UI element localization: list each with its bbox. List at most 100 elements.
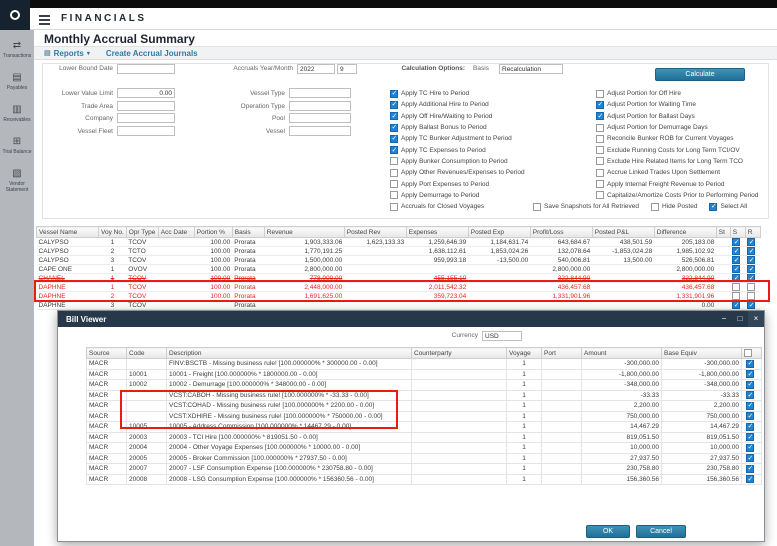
- pool-input[interactable]: [289, 113, 351, 123]
- select-all-checkbox[interactable]: [744, 349, 752, 357]
- list-item[interactable]: MACR1000110001 - Freight [100.000000% * …: [87, 369, 762, 380]
- checkbox-box[interactable]: [390, 124, 398, 132]
- list-item[interactable]: MACR1000510005 - Address Commission [100…: [87, 422, 762, 433]
- list-item[interactable]: MACRVCST:CABOH - Missing business rule! …: [87, 390, 762, 401]
- sidebar-item-vendor-statement[interactable]: ▧Vendor Statement: [0, 168, 34, 193]
- r-checkbox[interactable]: [747, 247, 755, 255]
- list-item[interactable]: MACR2000820008 - LSG Consumption Expense…: [87, 474, 762, 485]
- s-checkbox[interactable]: [732, 238, 740, 246]
- s-checkbox[interactable]: [732, 247, 740, 255]
- table-row[interactable]: DAPHNE2TCOV100.00Prorata1,691,625.00359,…: [37, 292, 761, 301]
- dialog-titlebar[interactable]: Bill Viewer − □ ×: [58, 311, 764, 327]
- minimize-icon[interactable]: −: [716, 311, 732, 327]
- s-checkbox[interactable]: [732, 283, 740, 291]
- row-checkbox[interactable]: [746, 444, 754, 452]
- list-item[interactable]: MACR2000420004 - Other Voyage Expenses […: [87, 443, 762, 454]
- checkbox-box[interactable]: [596, 90, 604, 98]
- accruals-year-input[interactable]: [297, 64, 335, 74]
- checkbox-exclude-running-costs-for-long-term-tci-ov[interactable]: Exclude Running Costs for Long Term TCI/…: [596, 144, 758, 155]
- list-item[interactable]: MACR2000520005 - Broker Commission [100.…: [87, 453, 762, 464]
- operation-type-input[interactable]: [289, 101, 351, 111]
- table-row[interactable]: CALYPSO1TCOV100.00Prorata1,903,333.061,6…: [37, 238, 761, 247]
- checkbox-box[interactable]: [390, 112, 398, 120]
- checkbox-box[interactable]: [596, 112, 604, 120]
- checkbox-box[interactable]: [390, 169, 398, 177]
- reports-menu[interactable]: ▤ Reports ▾: [44, 49, 90, 58]
- checkbox-apply-bunker-consumption-to-period[interactable]: Apply Bunker Consumption to Period: [390, 156, 525, 167]
- sidebar-item-trial-balance[interactable]: ⊞Trial Balance: [0, 136, 34, 155]
- checkbox-hide-posted[interactable]: Hide Posted: [651, 201, 697, 212]
- sidebar-item-receivables[interactable]: ▥Receivables: [0, 104, 34, 123]
- checkbox-reconcile-bunker-rob-for-current-voyages[interactable]: Reconcile Bunker ROB for Current Voyages: [596, 133, 758, 144]
- checkbox-box[interactable]: [390, 90, 398, 98]
- row-checkbox[interactable]: [746, 423, 754, 431]
- checkbox-apply-ballast-bonus-to-period[interactable]: Apply Ballast Bonus to Period: [390, 122, 525, 133]
- table-row[interactable]: CAPE ONE1OVOV100.00Prorata2,800,000.002,…: [37, 265, 761, 274]
- list-item[interactable]: MACRVCST:COHAD - Missing business rule! …: [87, 401, 762, 412]
- checkbox-adjust-portion-for-ballast-days[interactable]: Adjust Portion for Ballast Days: [596, 111, 758, 122]
- row-checkbox[interactable]: [746, 412, 754, 420]
- r-checkbox[interactable]: [747, 238, 755, 246]
- s-checkbox[interactable]: [732, 292, 740, 300]
- lower-bound-date-input[interactable]: [117, 64, 175, 74]
- checkbox-box[interactable]: [596, 157, 604, 165]
- row-checkbox[interactable]: [746, 433, 754, 441]
- checkbox-apply-tc-hire-to-period[interactable]: Apply TC Hire to Period: [390, 88, 525, 99]
- table-row[interactable]: CALYPSO2TCTO100.00Prorata1,770,191.251,6…: [37, 247, 761, 256]
- table-row[interactable]: DAPHNE3TCOVProrata0.00: [37, 301, 761, 310]
- create-accrual-journals-link[interactable]: Create Accrual Journals: [106, 49, 198, 58]
- checkbox-box[interactable]: [390, 157, 398, 165]
- checkbox-adjust-portion-for-waiting-time[interactable]: Adjust Portion for Waiting Time: [596, 99, 758, 110]
- checkbox-box[interactable]: [596, 124, 604, 132]
- r-checkbox[interactable]: [747, 301, 755, 309]
- table-row[interactable]: DAPHNE1TCOV100.00Prorata2,448,000.002,01…: [37, 283, 761, 292]
- row-checkbox[interactable]: [746, 391, 754, 399]
- checkbox-box[interactable]: [390, 146, 398, 154]
- checkbox-adjust-portion-for-demurrage-days[interactable]: Adjust Portion for Demurrage Days: [596, 122, 758, 133]
- s-checkbox[interactable]: [732, 301, 740, 309]
- checkbox-apply-demurrage-to-period[interactable]: Apply Demurrage to Period: [390, 190, 525, 201]
- vessel-input[interactable]: [289, 126, 351, 136]
- currency-input[interactable]: [482, 331, 522, 341]
- checkbox-save-snapshots-for-all-retrieved[interactable]: Save Snapshots for All Retrieved: [533, 201, 639, 212]
- checkbox-box[interactable]: [390, 203, 398, 211]
- table-row[interactable]: CHANEL1TCOV100.00Prorata778,000.00455,15…: [37, 274, 761, 283]
- accruals-month-input[interactable]: [337, 64, 357, 74]
- checkbox-apply-tc-bunker-adjustment-to-period[interactable]: Apply TC Bunker Adjustment to Period: [390, 133, 525, 144]
- checkbox-box[interactable]: [709, 203, 717, 211]
- checkbox-box[interactable]: [390, 135, 398, 143]
- s-checkbox[interactable]: [732, 274, 740, 282]
- vessel-type-input[interactable]: [289, 88, 351, 98]
- menu-icon[interactable]: [39, 15, 50, 27]
- r-checkbox[interactable]: [747, 256, 755, 264]
- row-checkbox[interactable]: [746, 402, 754, 410]
- row-checkbox[interactable]: [746, 370, 754, 378]
- row-checkbox[interactable]: [746, 475, 754, 483]
- r-checkbox[interactable]: [747, 265, 755, 273]
- checkbox-box[interactable]: [596, 135, 604, 143]
- list-item[interactable]: MACR2000320003 - TCI Hire [100.000000% *…: [87, 432, 762, 443]
- checkbox-box[interactable]: [596, 191, 604, 199]
- checkbox-box[interactable]: [596, 101, 604, 109]
- checkbox-box[interactable]: [390, 180, 398, 188]
- row-checkbox[interactable]: [746, 381, 754, 389]
- s-checkbox[interactable]: [732, 256, 740, 264]
- checkbox-box[interactable]: [651, 203, 659, 211]
- basis-input[interactable]: [499, 64, 563, 74]
- checkbox-apply-port-expenses-to-period[interactable]: Apply Port Expenses to Period: [390, 178, 525, 189]
- list-item[interactable]: MACR1000210002 - Demurrage [100.000000% …: [87, 380, 762, 391]
- row-checkbox[interactable]: [746, 454, 754, 462]
- app-logo[interactable]: [0, 0, 30, 30]
- ok-button[interactable]: OK: [586, 525, 630, 538]
- checkbox-apply-internal-freight-revenue-to-period[interactable]: Apply Internal Freight Revenue to Period: [596, 178, 758, 189]
- company-input[interactable]: [117, 113, 175, 123]
- list-item[interactable]: MACRFINV:BSCTB - Missing business rule! …: [87, 359, 762, 370]
- r-checkbox[interactable]: [747, 292, 755, 300]
- checkbox-apply-off-hire-waiting-to-period[interactable]: Apply Off Hire/Waiting to Period: [390, 111, 525, 122]
- checkbox-select-all[interactable]: Select All: [709, 201, 747, 212]
- row-checkbox[interactable]: [746, 465, 754, 473]
- table-row[interactable]: CALYPSO3TCOV100.00Prorata1,500,000.00959…: [37, 256, 761, 265]
- sidebar-item-transactions[interactable]: ⇄Transactions: [0, 40, 34, 59]
- lower-value-limit-input[interactable]: [117, 88, 175, 98]
- close-icon[interactable]: ×: [748, 311, 764, 327]
